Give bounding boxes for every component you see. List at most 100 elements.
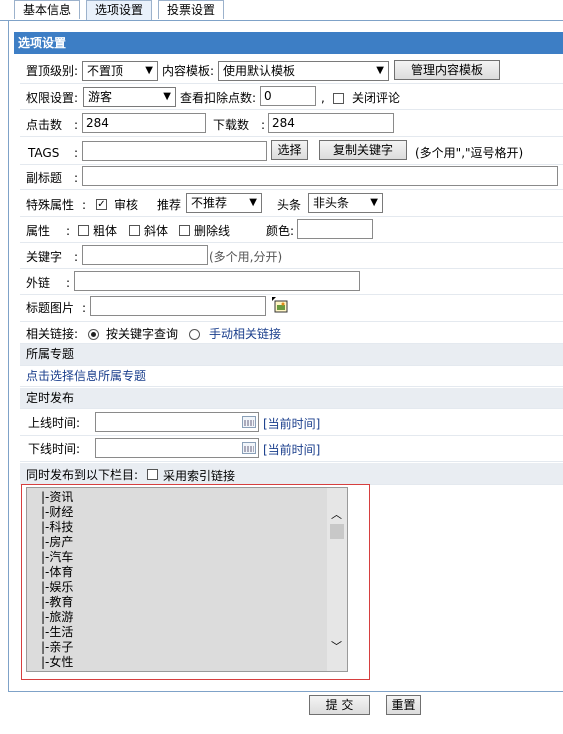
- bold-checkbox[interactable]: [78, 225, 89, 236]
- section-title: 选项设置: [14, 32, 563, 54]
- title-image-colon: :: [82, 301, 87, 315]
- strikethrough-checkbox[interactable]: [179, 225, 190, 236]
- copy-keywords-button[interactable]: 复制关键字: [319, 140, 407, 160]
- recommend-value: 不推荐: [191, 196, 228, 210]
- headline-label: 头条: [277, 198, 302, 212]
- list-item[interactable]: |-财经: [41, 505, 73, 520]
- tags-hint: (多个用","逗号格开): [415, 146, 524, 160]
- list-item[interactable]: |-旅游: [41, 610, 73, 625]
- clicks-colon: :: [74, 118, 79, 132]
- reset-button[interactable]: 重置: [386, 695, 421, 715]
- index-link-checkbox[interactable]: [147, 469, 158, 480]
- recommend-label: 推荐: [157, 198, 182, 212]
- tags-input[interactable]: [82, 141, 267, 161]
- headline-select[interactable]: 非头条 ▼: [308, 193, 383, 213]
- online-time-input[interactable]: [95, 412, 259, 432]
- title-image-label: 标题图片: [26, 301, 75, 315]
- strikethrough-label: 删除线: [194, 224, 231, 238]
- content-template-label: 内容模板:: [162, 64, 215, 78]
- close-comment-label: 关闭评论: [352, 91, 401, 105]
- manage-template-button[interactable]: 管理内容模板: [394, 60, 500, 80]
- row-related-links: [20, 322, 563, 344]
- list-item[interactable]: |-娱乐: [41, 580, 73, 595]
- tab-basic-info[interactable]: 基本信息: [14, 0, 81, 19]
- italic-checkbox[interactable]: [129, 225, 140, 236]
- italic-label: 斜体: [144, 224, 169, 238]
- tab-vote-settings[interactable]: 投票设置: [158, 0, 225, 19]
- permission-select[interactable]: 游客 ▼: [83, 87, 176, 107]
- downloads-label: 下载数: [213, 118, 250, 132]
- recommend-select[interactable]: 不推荐 ▼: [186, 193, 262, 213]
- external-link-input[interactable]: [74, 271, 360, 291]
- submit-button[interactable]: 提 交: [309, 695, 370, 715]
- calendar-icon[interactable]: [242, 416, 256, 428]
- scrollbar-thumb[interactable]: [330, 524, 344, 539]
- offline-current-time-link[interactable]: [当前时间]: [263, 440, 320, 460]
- downloads-input[interactable]: [268, 113, 394, 133]
- external-link-label: 外链: [26, 276, 51, 290]
- top-level-label: 置顶级别:: [26, 64, 79, 78]
- radio-keyword-query[interactable]: [88, 329, 99, 340]
- radio-manual-links[interactable]: [189, 329, 200, 340]
- subtitle-colon: :: [74, 171, 79, 185]
- chevron-down-icon: ▼: [370, 197, 378, 208]
- list-item[interactable]: |-生活: [41, 625, 73, 640]
- list-item[interactable]: |-教育: [41, 595, 73, 610]
- online-time-label: 上线时间:: [28, 416, 81, 430]
- keywords-input[interactable]: [82, 245, 208, 265]
- color-label: 颜色:: [266, 224, 295, 238]
- listbox-scrollbar[interactable]: ︿ ﹀: [327, 488, 347, 671]
- special-label: 特殊属性: [26, 198, 75, 212]
- subtitle-input[interactable]: [82, 166, 558, 186]
- list-item[interactable]: |-资讯: [41, 490, 73, 505]
- bold-label: 粗体: [93, 224, 118, 238]
- review-label: 审核: [114, 198, 139, 212]
- list-item[interactable]: |-房产: [41, 535, 73, 550]
- review-checkbox[interactable]: ✓: [96, 199, 107, 210]
- color-input[interactable]: [297, 219, 373, 239]
- chevron-down-icon: ▼: [145, 65, 153, 76]
- related-links-label: 相关链接:: [26, 327, 79, 341]
- list-item[interactable]: |-汽车: [41, 550, 73, 565]
- subtitle-label: 副标题: [26, 171, 63, 185]
- clicks-input[interactable]: [82, 113, 206, 133]
- chevron-down-icon[interactable]: ﹀: [331, 638, 342, 654]
- permission-label: 权限设置:: [26, 91, 79, 105]
- chevron-down-icon: ▼: [376, 65, 384, 76]
- tags-colon: :: [74, 146, 79, 160]
- online-current-time-link[interactable]: [当前时间]: [263, 414, 320, 434]
- keywords-hint: (多个用,分开): [209, 250, 283, 264]
- list-item[interactable]: |-女性: [41, 655, 73, 670]
- title-image-input[interactable]: [90, 296, 266, 316]
- clicks-label: 点击数: [26, 118, 63, 132]
- list-item[interactable]: |-体育: [41, 565, 73, 580]
- tab-options[interactable]: 选项设置: [86, 0, 153, 21]
- tags-label: TAGS: [28, 146, 60, 160]
- chevron-down-icon: ▼: [249, 197, 257, 208]
- content-template-select[interactable]: 使用默认模板 ▼: [218, 61, 389, 81]
- keywords-colon: :: [74, 250, 79, 264]
- columns-listbox[interactable]: |-资讯 |-财经 |-科技 |-房产 |-汽车 |-体育 |-娱乐 |-教育 …: [26, 487, 348, 672]
- offline-time-label: 下线时间:: [28, 442, 81, 456]
- keywords-label: 关键字: [26, 250, 63, 264]
- calendar-icon[interactable]: [242, 442, 256, 454]
- keyword-query-label: 按关键字查询: [106, 327, 179, 341]
- top-level-select[interactable]: 不置顶 ▼: [82, 61, 158, 81]
- comma-separator: ,: [321, 91, 325, 105]
- choose-tags-button[interactable]: 选择: [271, 140, 308, 160]
- list-item[interactable]: |-亲子: [41, 640, 73, 655]
- choose-topic-link[interactable]: 点击选择信息所属专题: [26, 366, 146, 386]
- list-item[interactable]: |-科技: [41, 520, 73, 535]
- deduct-points-input[interactable]: [260, 86, 316, 106]
- manual-links-label[interactable]: 手动相关链接: [209, 324, 281, 344]
- image-upload-icon[interactable]: [272, 297, 288, 313]
- attributes-colon: :: [66, 224, 71, 238]
- index-link-label: 采用索引链接: [163, 469, 236, 483]
- publish-to-label: 同时发布到以下栏目:: [26, 468, 139, 482]
- chevron-up-icon[interactable]: ︿: [331, 506, 342, 522]
- offline-time-input[interactable]: [95, 438, 259, 458]
- close-comment-checkbox[interactable]: [333, 93, 344, 104]
- headline-value: 非头条: [313, 196, 350, 210]
- schedule-section-header: [20, 388, 563, 409]
- content-template-value: 使用默认模板: [223, 64, 296, 78]
